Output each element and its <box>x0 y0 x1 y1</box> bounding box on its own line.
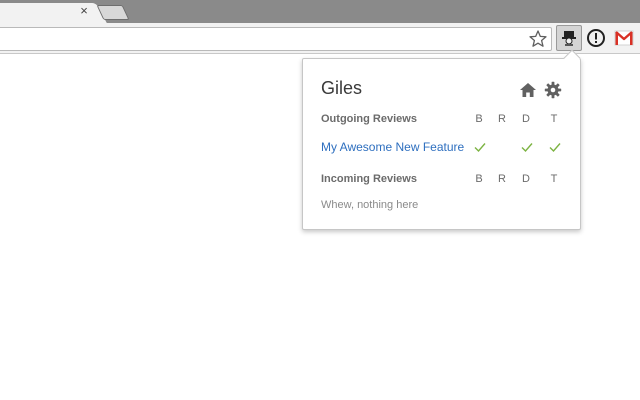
extension-popup: Giles Outgoing Reviews B R D T My Awesom… <box>302 49 581 230</box>
outgoing-col-b: B <box>475 113 483 125</box>
star-icon[interactable] <box>528 29 548 49</box>
extension-icon <box>562 31 576 46</box>
gmail-icon[interactable] <box>614 30 634 46</box>
gear-icon[interactable] <box>544 81 562 99</box>
check-icon-b <box>474 143 486 153</box>
check-icon-t <box>549 143 561 153</box>
extension-button[interactable] <box>556 25 582 51</box>
outgoing-col-r: R <box>498 113 506 125</box>
info-icon[interactable] <box>586 28 606 48</box>
outgoing-reviews-header: Outgoing Reviews <box>321 113 417 125</box>
outgoing-col-t: T <box>550 113 558 125</box>
empty-message: Whew, nothing here <box>321 199 419 211</box>
outgoing-col-d: D <box>522 113 530 125</box>
address-bar[interactable] <box>0 27 552 51</box>
check-icon-d <box>521 143 533 153</box>
popup-title: Giles <box>321 78 363 98</box>
incoming-reviews-header: Incoming Reviews <box>321 173 417 185</box>
review-link[interactable]: My Awesome New Feature <box>321 140 464 154</box>
incoming-col-d: D <box>522 173 530 185</box>
tab-strip: × <box>0 0 640 25</box>
incoming-col-r: R <box>498 173 506 185</box>
browser-toolbar <box>0 23 640 54</box>
incoming-col-t: T <box>550 173 558 185</box>
incoming-col-b: B <box>475 173 483 185</box>
close-icon[interactable]: × <box>78 4 90 17</box>
home-icon[interactable] <box>519 81 537 99</box>
